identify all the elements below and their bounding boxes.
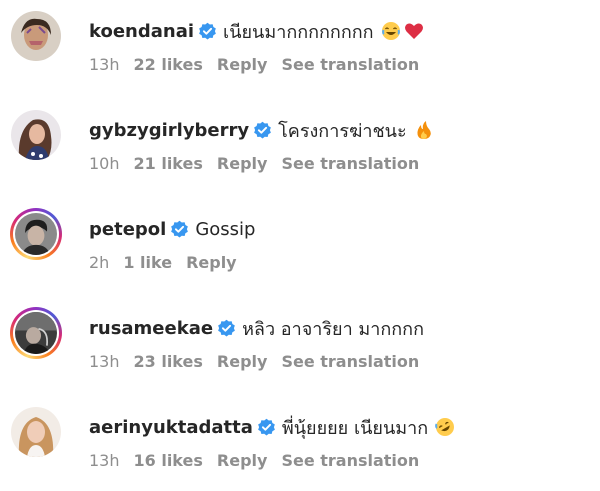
user-photo-icon bbox=[15, 213, 57, 255]
verified-badge-icon bbox=[257, 418, 276, 437]
username-link[interactable]: gybzygirlyberry bbox=[89, 120, 249, 141]
user-photo-icon bbox=[15, 312, 57, 354]
comment-item: gybzygirlyberry โครงการฆ่าชนะ 10h 21 lik… bbox=[0, 104, 600, 194]
fire-emoji-icon bbox=[414, 120, 434, 140]
username-link[interactable]: petepol bbox=[89, 219, 166, 240]
username-link[interactable]: rusameekae bbox=[89, 318, 213, 339]
avatar-story-ring[interactable] bbox=[10, 307, 62, 359]
red-heart-emoji-icon bbox=[404, 21, 424, 41]
comment-item: rusameekae หลิว อาจาริยา มากกกก 13h 23 l… bbox=[0, 302, 600, 392]
avatar[interactable] bbox=[10, 406, 62, 458]
comment-text: โครงการฆ่าชนะ bbox=[278, 120, 407, 142]
reply-button[interactable]: Reply bbox=[217, 55, 268, 74]
verified-badge-icon bbox=[170, 220, 189, 239]
verified-badge-icon bbox=[198, 22, 217, 41]
verified-badge-icon bbox=[217, 319, 236, 338]
see-translation-button[interactable]: See translation bbox=[281, 352, 419, 371]
avatar[interactable] bbox=[10, 10, 62, 62]
verified-badge-icon bbox=[253, 121, 272, 140]
comment-text: พี่นุ้ยยยย เนียนมาก bbox=[281, 417, 429, 439]
joy-emoji-icon bbox=[381, 21, 401, 41]
reply-button[interactable]: Reply bbox=[217, 352, 268, 371]
username-link[interactable]: aerinyuktadatta bbox=[89, 417, 253, 438]
likes-count[interactable]: 21 likes bbox=[134, 154, 203, 173]
likes-count[interactable]: 16 likes bbox=[134, 451, 203, 470]
comment-item: aerinyuktadatta พี่นุ้ยยยย เนียนมาก 13h … bbox=[0, 401, 600, 491]
likes-count[interactable]: 1 like bbox=[123, 253, 172, 272]
comment-text: เนียนมากกกกกกกก bbox=[223, 21, 374, 43]
likes-count[interactable]: 22 likes bbox=[134, 55, 203, 74]
user-photo-icon bbox=[11, 11, 61, 61]
comment-timestamp[interactable]: 10h bbox=[89, 154, 120, 173]
avatar[interactable] bbox=[10, 109, 62, 161]
user-photo-icon bbox=[11, 110, 61, 160]
see-translation-button[interactable]: See translation bbox=[281, 154, 419, 173]
avatar-story-ring[interactable] bbox=[10, 208, 62, 260]
see-translation-button[interactable]: See translation bbox=[281, 55, 419, 74]
comment-timestamp[interactable]: 13h bbox=[89, 451, 120, 470]
reply-button[interactable]: Reply bbox=[186, 253, 237, 272]
comment-timestamp[interactable]: 13h bbox=[89, 55, 120, 74]
user-photo-icon bbox=[11, 407, 61, 457]
reply-button[interactable]: Reply bbox=[217, 154, 268, 173]
likes-count[interactable]: 23 likes bbox=[134, 352, 203, 371]
comment-text: หลิว อาจาริยา มากกกก bbox=[242, 318, 424, 340]
comment-text: Gossip bbox=[195, 218, 256, 240]
comment-timestamp[interactable]: 13h bbox=[89, 352, 120, 371]
reply-button[interactable]: Reply bbox=[217, 451, 268, 470]
see-translation-button[interactable]: See translation bbox=[281, 451, 419, 470]
rofl-emoji-icon bbox=[435, 417, 455, 437]
comment-timestamp[interactable]: 2h bbox=[89, 253, 109, 272]
comment-item: petepol Gossip 2h 1 like Reply bbox=[0, 203, 600, 293]
username-link[interactable]: koendanai bbox=[89, 21, 194, 42]
comment-item: koendanai เนียนมากกกกกกกก 13h 22 likes R… bbox=[0, 5, 600, 95]
